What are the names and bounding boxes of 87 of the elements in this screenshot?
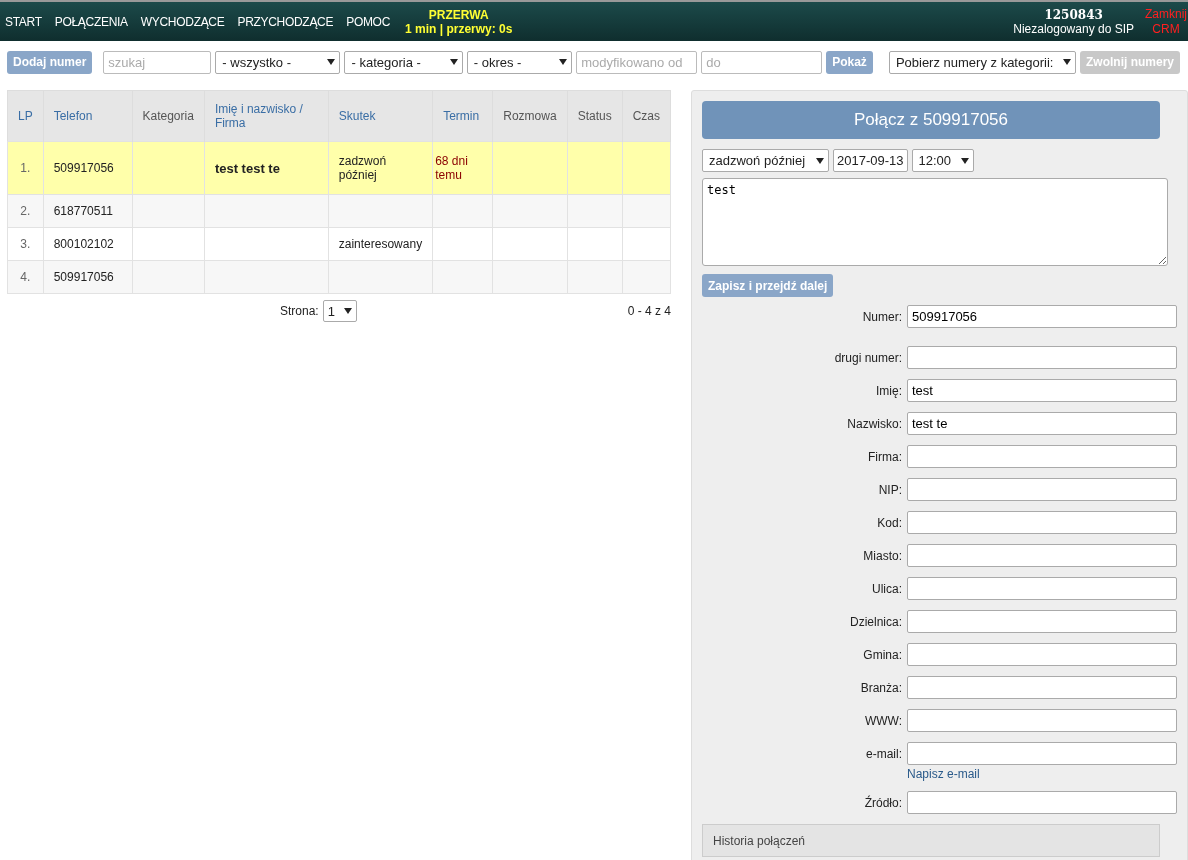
caret-icon	[327, 59, 336, 65]
call-history-section[interactable]: Historia połączeń	[702, 824, 1160, 857]
column-header[interactable]: Status	[567, 90, 623, 142]
table-row[interactable]: 3. 800102102 zainteresowany	[7, 227, 671, 261]
column-header[interactable]: Czas	[622, 90, 671, 142]
input-field[interactable]	[907, 511, 1177, 534]
filter-dropdown[interactable]: - okres -	[466, 50, 573, 74]
input-field[interactable]	[907, 709, 1177, 732]
record-count: 0 - 4 z 4	[627, 304, 671, 318]
input-field[interactable]: test	[907, 379, 1177, 402]
date-field[interactable]: 2017-09-13	[833, 149, 908, 172]
column-header[interactable]: Kategoria	[132, 90, 205, 142]
column-header[interactable]: Telefon	[43, 90, 132, 142]
input-field[interactable]	[907, 676, 1177, 699]
table-row[interactable]: 1. 509917056 test test te zadzwoń później 68 dni temu	[7, 141, 671, 195]
nav-link[interactable]: PRZYCHODZĄCE	[237, 14, 334, 29]
filter-dropdown[interactable]: - kategoria -	[344, 50, 463, 74]
table-row[interactable]: 4. 509917056	[7, 260, 671, 294]
field-label: Branża:	[859, 680, 903, 695]
table-cell: 509917056	[53, 161, 114, 175]
column-header[interactable]: Rozmowa	[492, 90, 568, 142]
filter-dropdown[interactable]: - wszystko -	[215, 50, 341, 74]
table-cell: 1.	[20, 161, 31, 175]
table-cell: zadzwoń później	[338, 154, 387, 182]
email-link[interactable]: Napisz e-mail	[907, 767, 980, 781]
field-label: drugi numer:	[833, 350, 903, 365]
page-label: Strona:	[280, 304, 319, 318]
field-label: Źródło:	[863, 795, 903, 810]
field-label: Dzielnica:	[848, 614, 903, 629]
table-cell: 800102102	[53, 237, 114, 251]
field-label: Gmina:	[862, 647, 903, 662]
table-cell: 4.	[20, 270, 31, 284]
field-label: e-mail:	[865, 746, 903, 761]
field-label: Nazwisko:	[846, 416, 903, 431]
input-field[interactable]	[907, 742, 1177, 765]
table-cell: test test te	[214, 160, 280, 176]
table-cell: 2.	[20, 204, 31, 218]
field-label: Ulica:	[871, 581, 903, 596]
input-field[interactable]	[907, 346, 1177, 369]
date-from-field[interactable]: modyfikowano od	[576, 50, 698, 74]
caret-icon	[449, 59, 458, 65]
column-header[interactable]: Skutek	[328, 90, 433, 142]
break-info: 1 min | przerwy: 0s	[405, 21, 513, 36]
caret-icon	[816, 157, 824, 164]
date-to-field[interactable]: do	[701, 50, 823, 74]
caret-icon	[559, 59, 568, 65]
table-row[interactable]: 2. 618770511	[7, 194, 671, 228]
field-label: Kod:	[876, 515, 903, 530]
sip-status: Niezalogowany do SIP	[1013, 21, 1134, 36]
nav-link[interactable]: POŁĄCZENIA	[54, 14, 128, 29]
input-field[interactable]	[907, 610, 1177, 633]
caret-icon	[343, 308, 352, 314]
field-label: Imię:	[875, 383, 903, 398]
table-cell: 68 dni temu	[435, 154, 468, 182]
column-header[interactable]: Imię i nazwisko / Firma	[204, 90, 329, 142]
note-textarea[interactable]: test	[702, 178, 1168, 266]
input-field[interactable]	[907, 478, 1177, 501]
caret-icon	[1063, 59, 1071, 65]
column-header[interactable]: Termin	[432, 90, 493, 142]
field-label: WWW:	[863, 713, 903, 728]
input-field[interactable]	[907, 643, 1177, 666]
input-field[interactable]: 509917056	[907, 305, 1177, 328]
search-field[interactable]: szukaj	[103, 50, 212, 74]
input-field[interactable]: test te	[907, 412, 1177, 435]
caret-icon	[960, 157, 969, 164]
input-field[interactable]	[907, 445, 1177, 468]
table-cell: 3.	[20, 237, 31, 251]
nav-link[interactable]: WYCHODZĄCE	[140, 14, 225, 29]
break-title: PRZERWA	[428, 7, 489, 22]
field-label: Numer:	[861, 309, 903, 324]
time-dropdown[interactable]: 12:00	[911, 149, 974, 172]
input-field[interactable]	[907, 791, 1177, 814]
table-cell: 618770511	[53, 204, 113, 218]
result-dropdown[interactable]: zadzwoń później	[702, 149, 829, 172]
column-header[interactable]: LP	[7, 90, 44, 142]
input-field[interactable]	[907, 577, 1177, 600]
user-id: 1250843	[1044, 7, 1103, 22]
field-label: Firma:	[867, 449, 903, 464]
input-field[interactable]	[907, 544, 1177, 567]
field-label: NIP:	[877, 482, 903, 497]
table-cell: zainteresowany	[338, 237, 423, 251]
page-dropdown[interactable]: 1	[322, 300, 357, 322]
nav-link[interactable]: POMOC	[346, 14, 391, 29]
category-dropdown[interactable]: Pobierz numery z kategorii:	[888, 50, 1076, 74]
nav-link[interactable]: START	[5, 14, 42, 29]
field-label: Miasto:	[862, 548, 903, 563]
table-cell: 509917056	[53, 270, 114, 284]
